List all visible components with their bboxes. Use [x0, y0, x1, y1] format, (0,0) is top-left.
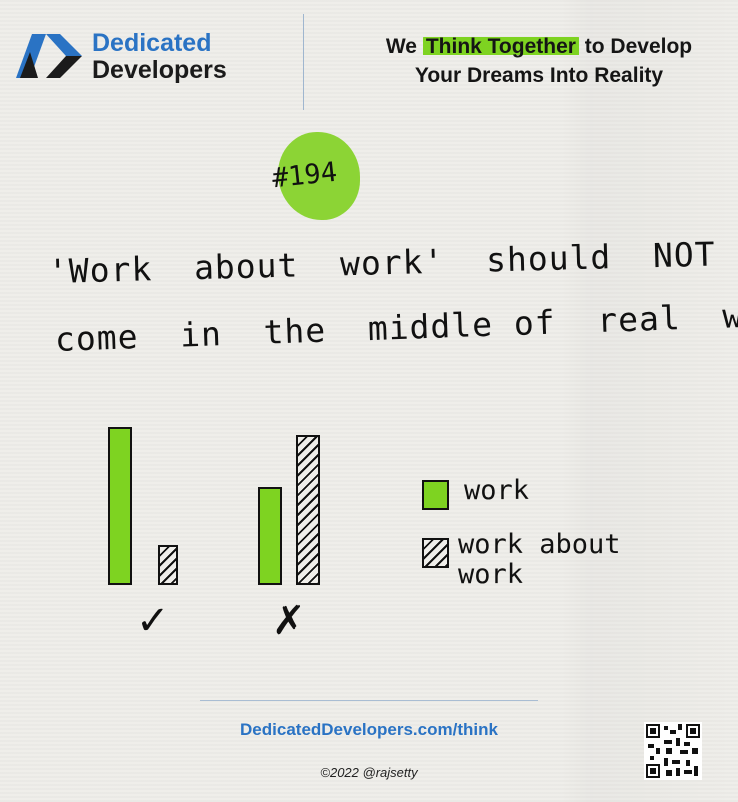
legend-label-work: work	[464, 475, 530, 506]
header-divider	[303, 14, 304, 110]
tagline-line2: Your Dreams Into Reality	[414, 64, 664, 87]
brand-name-line2: Developers	[92, 56, 227, 84]
tagline-line1: We Think Together to Develop	[340, 32, 738, 61]
brand-logo: Dedicated Developers	[16, 30, 256, 86]
chart-bar-work-good	[108, 427, 132, 585]
copyright-text: ©2022 @rajsetty	[320, 765, 418, 780]
qr-code-icon	[644, 722, 702, 780]
dd-chevron-logo-icon	[16, 34, 82, 78]
chart-category-bad: ✗	[272, 598, 306, 644]
paper-texture	[0, 0, 738, 802]
footer-divider	[200, 700, 538, 701]
legend-swatch-work	[422, 480, 449, 510]
tagline-pre: We	[385, 35, 423, 58]
chart-bar-work-about-work-good	[158, 545, 178, 585]
legend-swatch-work-about-work	[422, 538, 449, 568]
chart-bar-work-bad	[258, 487, 282, 585]
chart-category-good: ✓	[136, 598, 170, 644]
brand-name-line1: Dedicated	[92, 29, 212, 57]
footer-url-link[interactable]: DedicatedDevelopers.com/think	[0, 720, 738, 740]
chart-bar-work-about-work-bad	[296, 435, 320, 585]
legend-label-work-about-work: work about work	[458, 529, 621, 590]
brand-name: Dedicated Developers	[92, 30, 227, 84]
tagline-highlight: Think Together	[422, 35, 579, 58]
tagline-post: to Develop	[578, 35, 693, 58]
tagline: We Think Together to Develop Your Dreams…	[340, 32, 738, 90]
